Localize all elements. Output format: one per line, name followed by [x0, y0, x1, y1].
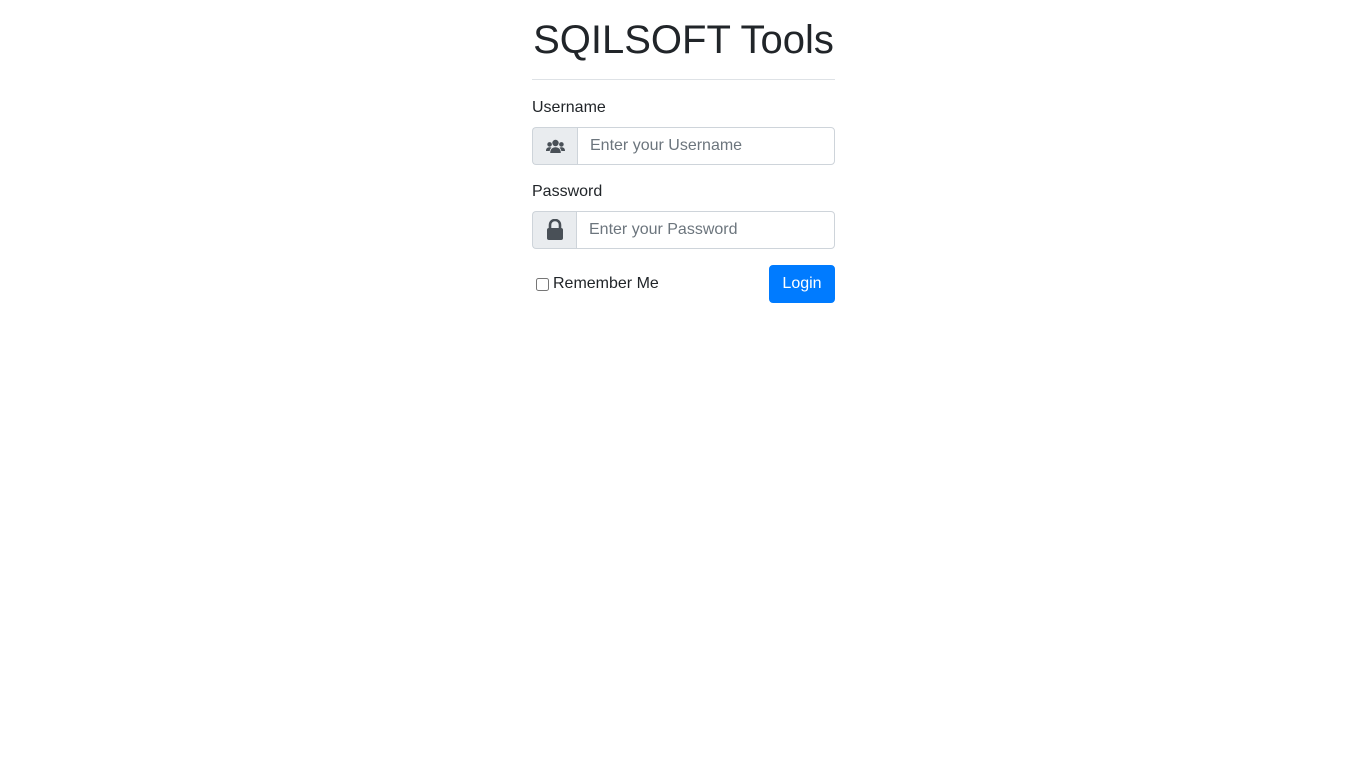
remember-me-checkbox[interactable]	[536, 277, 549, 291]
password-input[interactable]	[576, 211, 835, 249]
login-panel: SQILSOFT Tools Username Password	[532, 0, 835, 303]
login-button[interactable]: Login	[769, 265, 835, 303]
users-icon	[532, 127, 577, 165]
form-actions: Remember Me Login	[532, 265, 835, 303]
password-label: Password	[532, 183, 603, 200]
username-input-group	[532, 127, 835, 165]
remember-me-label: Remember Me	[553, 275, 659, 292]
page-title: SQILSOFT Tools	[533, 18, 834, 62]
lock-icon	[532, 211, 576, 249]
remember-me[interactable]: Remember Me	[532, 275, 659, 293]
password-input-group	[532, 211, 835, 249]
username-input[interactable]	[577, 127, 835, 165]
username-label: Username	[532, 99, 606, 116]
title-divider	[532, 79, 835, 80]
